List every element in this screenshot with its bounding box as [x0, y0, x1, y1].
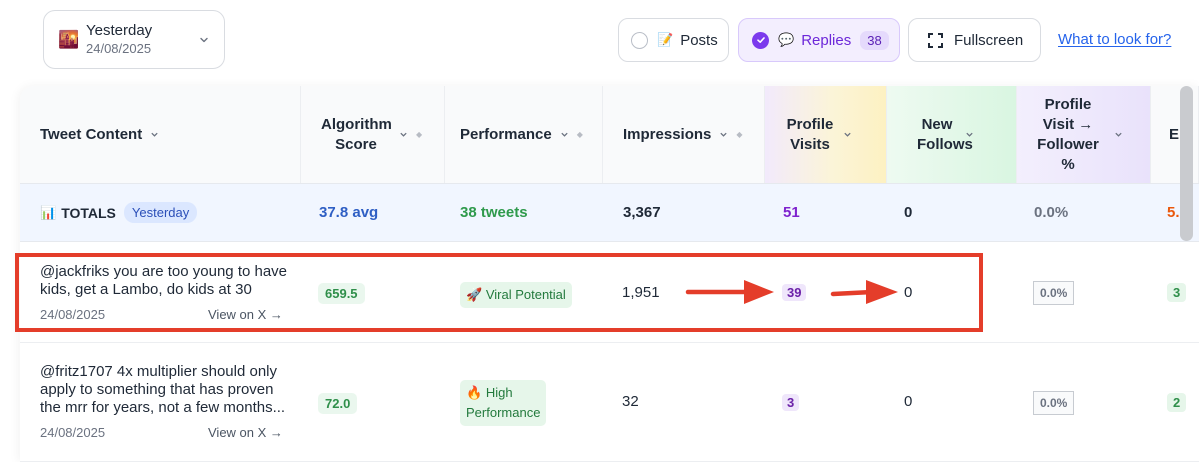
annotation-arrowhead	[866, 280, 898, 304]
annotation-arrows	[685, 280, 898, 304]
annotation-arrowhead	[744, 280, 774, 304]
